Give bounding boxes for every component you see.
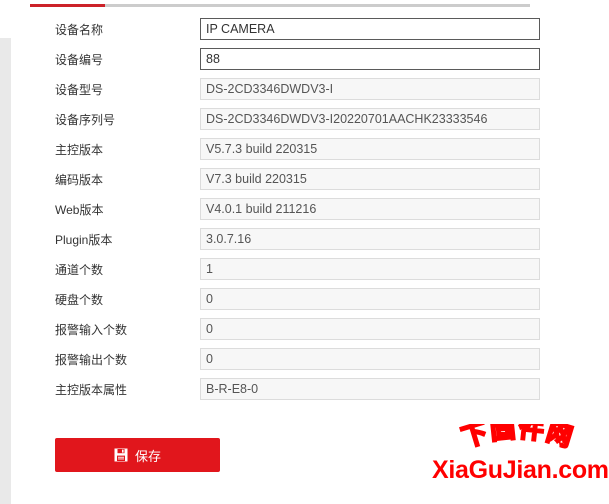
device-number-label: 设备编号 bbox=[55, 53, 104, 67]
web-version-input bbox=[200, 198, 540, 220]
plugin-version-input bbox=[200, 228, 540, 250]
alarm-output-count-input bbox=[200, 348, 540, 370]
firmware-version-label: 主控版本 bbox=[55, 143, 104, 157]
firmware-attribute-input bbox=[200, 378, 540, 400]
form-row-channel-count: 通道个数 bbox=[0, 258, 609, 282]
channel-count-input bbox=[200, 258, 540, 280]
device-name-label: 设备名称 bbox=[55, 23, 104, 37]
form-row-device-number: 设备编号 bbox=[0, 48, 609, 72]
channel-count-label: 通道个数 bbox=[55, 263, 104, 277]
save-button[interactable]: 保存 bbox=[55, 438, 220, 472]
disk-count-label: 硬盘个数 bbox=[55, 293, 104, 307]
device-number-input[interactable] bbox=[200, 48, 540, 70]
encoding-version-label: 编码版本 bbox=[55, 173, 104, 187]
save-button-label: 保存 bbox=[134, 448, 161, 464]
alarm-output-count-label: 报警输出个数 bbox=[55, 353, 128, 367]
form-row-device-model: 设备型号 bbox=[0, 78, 609, 102]
form-row-device-serial: 设备序列号 bbox=[0, 108, 609, 132]
device-serial-label: 设备序列号 bbox=[55, 113, 116, 127]
device-info-page: 设备名称设备编号设备型号设备序列号主控版本编码版本 Web版本 Plugin版本通道… bbox=[0, 0, 609, 504]
form-row-disk-count: 硬盘个数 bbox=[0, 288, 609, 312]
form-row-web-version: Web版本 bbox=[0, 198, 609, 222]
floppy-disk-save-icon bbox=[114, 448, 128, 462]
device-name-input[interactable] bbox=[200, 18, 540, 40]
alarm-input-count-label: 报警输入个数 bbox=[55, 323, 128, 337]
device-model-input bbox=[200, 78, 540, 100]
form-row-firmware-version: 主控版本 bbox=[0, 138, 609, 162]
device-info-form: 设备名称设备编号设备型号设备序列号主控版本编码版本 Web版本 Plugin版本通道… bbox=[0, 0, 609, 504]
alarm-input-count-input bbox=[200, 318, 540, 340]
firmware-attribute-label: 主控版本属性 bbox=[55, 383, 128, 397]
encoding-version-input bbox=[200, 168, 540, 190]
plugin-version-label: Plugin版本 bbox=[55, 233, 113, 247]
web-version-label: Web版本 bbox=[55, 203, 104, 217]
form-row-device-name: 设备名称 bbox=[0, 18, 609, 42]
form-row-alarm-output-count: 报警输出个数 bbox=[0, 348, 609, 372]
disk-count-input bbox=[200, 288, 540, 310]
form-row-alarm-input-count: 报警输入个数 bbox=[0, 318, 609, 342]
form-row-firmware-attribute: 主控版本属性 bbox=[0, 378, 609, 402]
device-model-label: 设备型号 bbox=[55, 83, 104, 97]
device-serial-input bbox=[200, 108, 540, 130]
form-row-plugin-version: Plugin版本 bbox=[0, 228, 609, 252]
firmware-version-input bbox=[200, 138, 540, 160]
form-row-encoding-version: 编码版本 bbox=[0, 168, 609, 192]
